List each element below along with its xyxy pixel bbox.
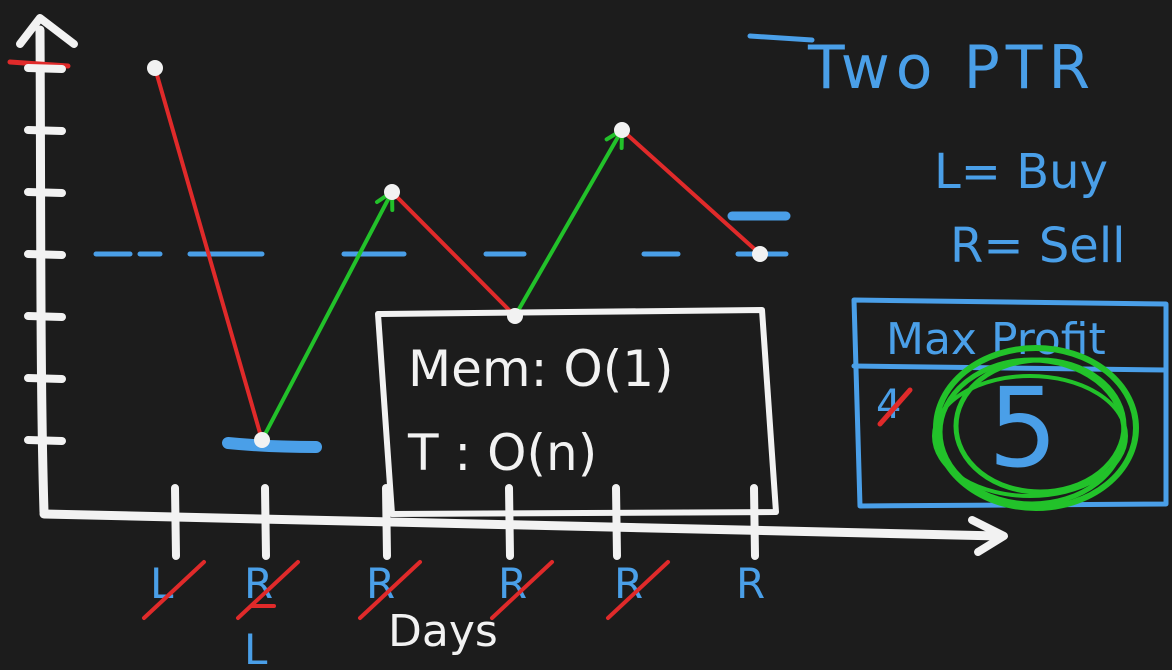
x-axis-label: Days <box>388 606 498 657</box>
x-tick <box>261 484 270 560</box>
time-complexity: T : O(n) <box>407 424 597 482</box>
y-tick <box>24 250 66 259</box>
price-point <box>254 432 270 448</box>
y-tick <box>24 126 66 135</box>
legend-left-buy: L= Buy <box>934 144 1108 200</box>
y-tick <box>24 188 66 197</box>
price-point <box>147 60 163 76</box>
y-tick <box>24 312 66 321</box>
series-segment-red <box>620 128 762 256</box>
y-tick <box>24 64 66 73</box>
x-tick <box>171 484 180 560</box>
x-tick <box>382 484 391 560</box>
whiteboard: Mem: O(1) T : O(n) Two PTR L= Buy R= Sel… <box>7 14 1169 670</box>
title-underline-stroke <box>747 33 815 43</box>
x-tick <box>612 484 621 560</box>
min-price-highlight <box>222 437 322 453</box>
day-label: R <box>736 559 765 608</box>
day-label-below: L <box>244 625 268 670</box>
complexity-box: Mem: O(1) T : O(n) <box>375 307 779 517</box>
y-axis-arrowhead <box>16 14 78 48</box>
price-point <box>384 184 400 200</box>
series-segment-green <box>513 128 624 318</box>
price-point <box>752 246 768 262</box>
y-tick <box>24 374 66 383</box>
x-axis-line <box>39 509 1005 541</box>
x-tick <box>750 484 759 560</box>
memory-complexity: Mem: O(1) <box>408 340 674 398</box>
y-tick <box>24 436 66 445</box>
title: Two PTR <box>807 33 1096 103</box>
legend-right-sell: R= Sell <box>950 218 1126 274</box>
max-profit-box: Max Profit 4 5 <box>851 297 1169 511</box>
series-segment-green <box>260 190 394 442</box>
x-tick <box>505 484 514 560</box>
price-point <box>614 122 630 138</box>
max-profit-current: 5 <box>988 364 1058 492</box>
